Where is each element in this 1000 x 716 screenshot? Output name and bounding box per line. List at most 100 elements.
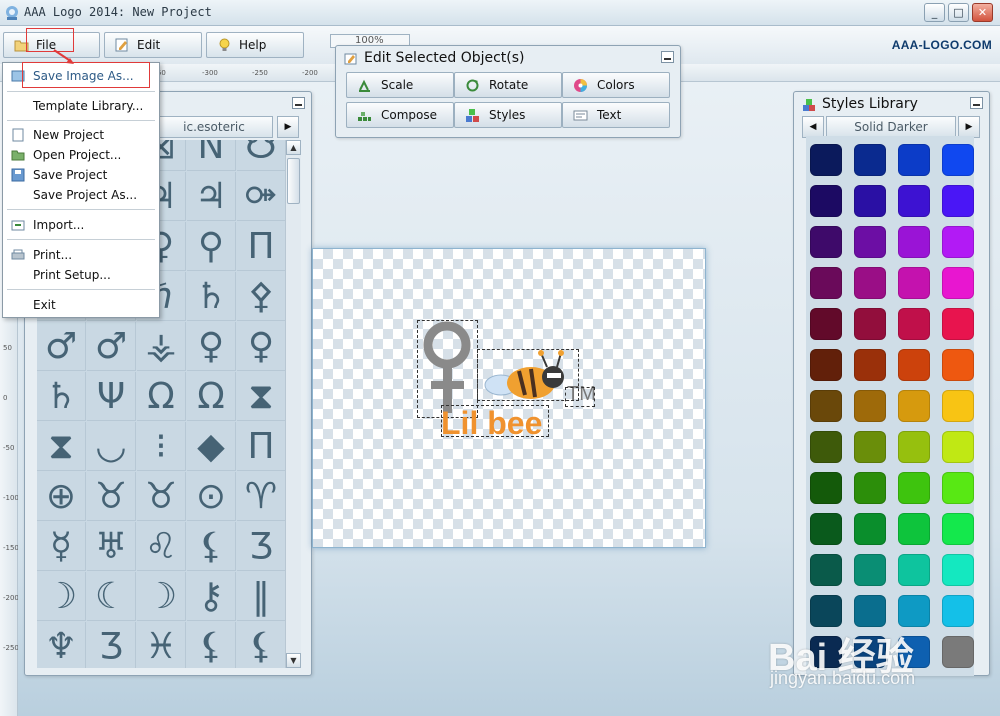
color-swatch[interactable]	[898, 308, 930, 340]
save-project-as-item[interactable]: Save Project As...	[3, 185, 159, 205]
scroll-up-button[interactable]: ▲	[286, 140, 301, 155]
styles-button[interactable]: Styles	[454, 102, 562, 128]
symbol-cell[interactable]: Ψ	[87, 372, 136, 421]
color-swatch[interactable]	[942, 513, 974, 545]
symbol-cell[interactable]: ♂	[37, 322, 86, 371]
template-library-item[interactable]: Template Library...	[3, 96, 159, 116]
color-swatch[interactable]	[854, 267, 886, 299]
color-swatch[interactable]	[898, 390, 930, 422]
symbol-cell[interactable]: ♉	[87, 472, 136, 521]
exit-item[interactable]: Exit	[3, 295, 159, 315]
symbol-cell[interactable]: ⊙	[187, 472, 236, 521]
scroll-thumb[interactable]	[287, 158, 300, 204]
print-item[interactable]: Print...	[3, 245, 159, 265]
symbol-cell[interactable]: ♅	[87, 522, 136, 571]
color-swatch[interactable]	[898, 554, 930, 586]
color-swatch[interactable]	[898, 513, 930, 545]
color-swatch[interactable]	[898, 431, 930, 463]
symbol-cell[interactable]: ⚴	[237, 272, 285, 321]
symbol-cell[interactable]: ♄	[37, 372, 86, 421]
color-swatch[interactable]	[942, 472, 974, 504]
print-setup-item[interactable]: Print Setup...	[3, 265, 159, 285]
scroll-down-button[interactable]: ▼	[286, 653, 301, 668]
symbol-cell[interactable]: ◆	[187, 422, 236, 471]
symbol-cell[interactable]: ♆	[37, 622, 86, 668]
color-swatch[interactable]	[854, 185, 886, 217]
symbol-cell[interactable]: ♉	[137, 472, 186, 521]
panel-minimize-button[interactable]	[292, 97, 305, 109]
color-swatch[interactable]	[854, 431, 886, 463]
selection-box[interactable]	[417, 320, 478, 418]
symbol-cell[interactable]: Ω	[137, 372, 186, 421]
brand-link[interactable]: AAA-LOGO.COM	[892, 38, 992, 52]
close-button[interactable]: ✕	[972, 3, 993, 22]
color-swatch[interactable]	[942, 431, 974, 463]
symbol-cell[interactable]: ♌	[137, 522, 186, 571]
symbol-cell[interactable]: ‖	[237, 572, 285, 621]
symbol-cell[interactable]: Π	[237, 222, 285, 271]
color-swatch[interactable]	[942, 349, 974, 381]
color-swatch[interactable]	[854, 349, 886, 381]
open-project-item[interactable]: Open Project...	[3, 145, 159, 165]
color-swatch[interactable]	[898, 267, 930, 299]
minimize-button[interactable]: _	[924, 3, 945, 22]
color-swatch[interactable]	[942, 554, 974, 586]
symbol-cell[interactable]: ⚷	[187, 572, 236, 621]
color-swatch[interactable]	[810, 267, 842, 299]
color-swatch[interactable]	[854, 226, 886, 258]
style-preset-select[interactable]: Solid Darker	[826, 116, 956, 138]
symbol-cell[interactable]: ⁝	[137, 422, 186, 471]
color-swatch[interactable]	[810, 472, 842, 504]
symbol-cell[interactable]: ☋	[237, 140, 285, 171]
maximize-button[interactable]: □	[948, 3, 969, 22]
symbol-cell[interactable]: ⧗	[37, 422, 86, 471]
symbol-library-select[interactable]: ic.esoteric	[155, 116, 273, 138]
color-swatch[interactable]	[942, 308, 974, 340]
new-project-item[interactable]: New Project	[3, 125, 159, 145]
symbol-cell[interactable]: ⚶	[137, 322, 186, 371]
color-swatch[interactable]	[942, 390, 974, 422]
symbol-cell[interactable]: Π	[237, 422, 285, 471]
color-swatch[interactable]	[942, 226, 974, 258]
symbol-cell[interactable]: ☿	[37, 522, 86, 571]
color-swatch[interactable]	[942, 185, 974, 217]
color-swatch[interactable]	[854, 308, 886, 340]
symbol-cell[interactable]: ⧗	[237, 372, 285, 421]
color-swatch[interactable]	[854, 513, 886, 545]
symbol-cell[interactable]: ♀	[187, 322, 236, 371]
color-swatch[interactable]	[898, 472, 930, 504]
next-style-button[interactable]: ▶	[958, 116, 980, 138]
next-library-button[interactable]: ▶	[277, 116, 299, 138]
text-button[interactable]: Text	[562, 102, 670, 128]
panel-minimize-button[interactable]	[661, 51, 674, 63]
color-swatch[interactable]	[898, 226, 930, 258]
color-swatch[interactable]	[854, 472, 886, 504]
symbol-cell[interactable]: ♄	[187, 272, 236, 321]
symbol-cell[interactable]: ☾	[87, 572, 136, 621]
color-swatch[interactable]	[942, 144, 974, 176]
symbol-cell[interactable]: ☽	[137, 572, 186, 621]
symbol-cell[interactable]: Ω	[187, 372, 236, 421]
color-swatch[interactable]	[810, 226, 842, 258]
help-menu-button[interactable]: Help	[206, 32, 304, 58]
color-swatch[interactable]	[810, 185, 842, 217]
panel-minimize-button[interactable]	[970, 97, 983, 109]
symbol-cell[interactable]: ⚸	[187, 522, 236, 571]
color-swatch[interactable]	[810, 390, 842, 422]
symbol-cell[interactable]: ☽	[37, 572, 86, 621]
symbol-cell[interactable]: Ʒ	[87, 622, 136, 668]
save-project-item[interactable]: Save Project	[3, 165, 159, 185]
color-swatch[interactable]	[810, 554, 842, 586]
color-swatch[interactable]	[810, 513, 842, 545]
symbol-cell[interactable]: ♈	[237, 472, 285, 521]
symbol-cell[interactable]: ⚩	[237, 172, 285, 221]
color-swatch[interactable]	[810, 144, 842, 176]
symbol-cell[interactable]: ⊕	[37, 472, 86, 521]
symbol-cell[interactable]: ⚲	[187, 222, 236, 271]
color-swatch[interactable]	[810, 308, 842, 340]
color-swatch[interactable]	[942, 267, 974, 299]
symbol-cell[interactable]: Ʒ	[237, 522, 285, 571]
color-swatch[interactable]	[854, 390, 886, 422]
selection-box[interactable]	[441, 405, 549, 437]
rotate-button[interactable]: Rotate	[454, 72, 562, 98]
